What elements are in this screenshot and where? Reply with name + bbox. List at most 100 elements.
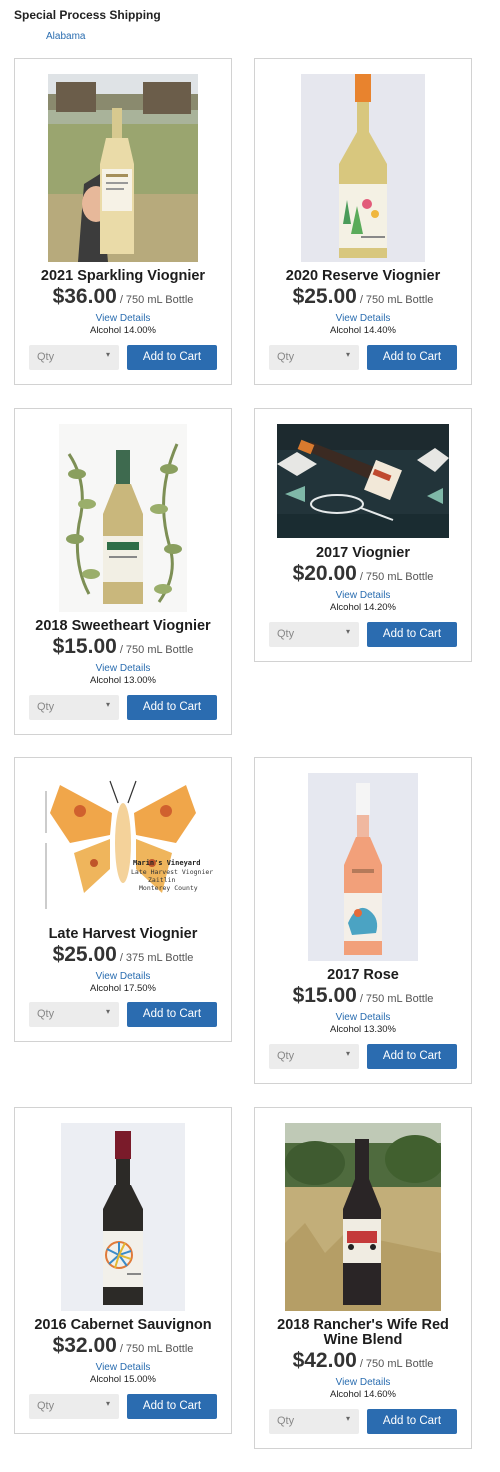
price-row: $32.00/ 750 mL Bottle <box>15 1334 231 1358</box>
add-to-cart-button[interactable]: Add to Cart <box>367 345 457 370</box>
product-card: 2021 Sparkling Viognier $36.00/ 750 mL B… <box>14 58 232 385</box>
view-details-link[interactable]: View Details <box>255 313 471 324</box>
qty-placeholder: Qty <box>37 1008 55 1020</box>
product-name[interactable]: 2016 Cabernet Sauvignon <box>19 1318 227 1333</box>
add-to-cart-button[interactable]: Add to Cart <box>367 1409 457 1434</box>
product-card: 2018 Sweetheart Viognier $15.00/ 750 mL … <box>14 408 232 735</box>
add-to-cart-button[interactable]: Add to Cart <box>127 345 217 370</box>
product-card: 2017 Rose $15.00/ 750 mL Bottle View Det… <box>254 757 472 1084</box>
product-name[interactable]: 2017 Rose <box>259 968 467 983</box>
product-card: 2020 Reserve Viognier $25.00/ 750 mL Bot… <box>254 58 472 385</box>
chevron-down-icon: ▾ <box>105 1007 110 1016</box>
price-row: $15.00/ 750 mL Bottle <box>15 635 231 659</box>
qty-select[interactable]: Qty ▾ <box>269 1044 359 1069</box>
chevron-down-icon: ▾ <box>105 350 110 359</box>
product-image[interactable] <box>15 1123 231 1311</box>
qty-placeholder: Qty <box>37 351 55 363</box>
alcohol-content: Alcohol 14.20% <box>329 602 397 613</box>
alcohol-content: Alcohol 14.00% <box>89 325 157 336</box>
qty-select[interactable]: Qty ▾ <box>269 622 359 647</box>
qty-placeholder: Qty <box>37 1400 55 1412</box>
add-to-cart-button[interactable]: Add to Cart <box>367 1044 457 1069</box>
view-details-link[interactable]: View Details <box>15 971 231 982</box>
chevron-down-icon: ▾ <box>345 627 350 636</box>
product-price: $25.00 <box>292 285 357 308</box>
alcohol-content: Alcohol 14.40% <box>329 325 397 336</box>
chevron-down-icon: ▾ <box>105 1399 110 1408</box>
product-name[interactable]: 2021 Sparkling Viognier <box>19 269 227 284</box>
product-unit: / 750 mL Bottle <box>359 993 434 1005</box>
price-row: $36.00/ 750 mL Bottle <box>15 285 231 309</box>
shipping-title: Special Process Shipping <box>14 8 161 22</box>
product-price: $32.00 <box>52 1334 117 1357</box>
alcohol-content: Alcohol 17.50% <box>89 983 157 994</box>
product-card: Marin's Vineyard Late Harvest Viognier Z… <box>14 757 232 1042</box>
product-name[interactable]: 2018 Sweetheart Viognier <box>19 619 227 634</box>
product-image[interactable] <box>255 773 471 961</box>
add-to-cart-button[interactable]: Add to Cart <box>127 695 217 720</box>
product-image[interactable] <box>255 74 471 262</box>
chevron-down-icon: ▾ <box>345 1414 350 1423</box>
product-image[interactable] <box>15 424 231 612</box>
view-details-link[interactable]: View Details <box>15 663 231 674</box>
price-row: $15.00/ 750 mL Bottle <box>255 984 471 1008</box>
view-details-link[interactable]: View Details <box>255 1377 471 1388</box>
product-price: $42.00 <box>292 1349 357 1372</box>
product-unit: / 750 mL Bottle <box>119 644 194 656</box>
label-line-variety: Late Harvest Viognier <box>131 868 214 876</box>
qty-placeholder: Qty <box>277 1050 295 1062</box>
view-details-link[interactable]: View Details <box>15 1362 231 1373</box>
qty-select[interactable]: Qty ▾ <box>29 695 119 720</box>
label-line-title: Marin's Vineyard <box>133 859 201 867</box>
product-name[interactable]: 2018 Rancher's Wife Red Wine Blend <box>259 1318 467 1348</box>
product-price: $20.00 <box>292 562 357 585</box>
product-name[interactable]: 2020 Reserve Viognier <box>259 269 467 284</box>
label-line-vineyard: Zaitlin <box>148 876 176 884</box>
product-unit: / 375 mL Bottle <box>119 952 194 964</box>
product-unit: / 750 mL Bottle <box>119 1343 194 1355</box>
qty-placeholder: Qty <box>277 351 295 363</box>
add-to-cart-button[interactable]: Add to Cart <box>127 1394 217 1419</box>
price-row: $25.00/ 750 mL Bottle <box>255 285 471 309</box>
qty-placeholder: Qty <box>37 701 55 713</box>
product-name[interactable]: 2017 Viognier <box>259 546 467 561</box>
product-image[interactable] <box>15 74 231 262</box>
qty-select[interactable]: Qty ▾ <box>269 1409 359 1434</box>
chevron-down-icon: ▾ <box>345 1049 350 1058</box>
product-price: $15.00 <box>52 635 117 658</box>
add-to-cart-button[interactable]: Add to Cart <box>127 1002 217 1027</box>
add-to-cart-button[interactable]: Add to Cart <box>367 622 457 647</box>
qty-select[interactable]: Qty ▾ <box>29 1002 119 1027</box>
qty-select[interactable]: Qty ▾ <box>29 345 119 370</box>
product-name[interactable]: Late Harvest Viognier <box>19 927 227 942</box>
view-details-link[interactable]: View Details <box>255 590 471 601</box>
product-unit: / 750 mL Bottle <box>119 294 194 306</box>
label-line-region: Monterey County <box>139 884 198 892</box>
price-row: $25.00/ 375 mL Bottle <box>15 943 231 967</box>
qty-select[interactable]: Qty ▾ <box>269 345 359 370</box>
view-details-link[interactable]: View Details <box>255 1012 471 1023</box>
product-price: $15.00 <box>292 984 357 1007</box>
alcohol-content: Alcohol 13.30% <box>329 1024 397 1035</box>
product-card: 2017 Viognier $20.00/ 750 mL Bottle View… <box>254 408 472 662</box>
alcohol-content: Alcohol 14.60% <box>329 1389 397 1400</box>
product-unit: / 750 mL Bottle <box>359 571 434 583</box>
region-link[interactable]: Alabama <box>46 31 85 42</box>
product-image[interactable] <box>255 424 471 538</box>
product-card: 2018 Rancher's Wife Red Wine Blend $42.0… <box>254 1107 472 1449</box>
product-price: $36.00 <box>52 285 117 308</box>
price-row: $20.00/ 750 mL Bottle <box>255 562 471 586</box>
product-image[interactable] <box>15 773 231 921</box>
chevron-down-icon: ▾ <box>345 350 350 359</box>
view-details-link[interactable]: View Details <box>15 313 231 324</box>
alcohol-content: Alcohol 13.00% <box>89 675 157 686</box>
product-image[interactable] <box>255 1123 471 1311</box>
chevron-down-icon: ▾ <box>105 700 110 709</box>
alcohol-content: Alcohol 15.00% <box>89 1374 157 1385</box>
price-row: $42.00/ 750 mL Bottle <box>255 1349 471 1373</box>
qty-placeholder: Qty <box>277 1415 295 1427</box>
product-price: $25.00 <box>52 943 117 966</box>
qty-select[interactable]: Qty ▾ <box>29 1394 119 1419</box>
product-card: 2016 Cabernet Sauvignon $32.00/ 750 mL B… <box>14 1107 232 1434</box>
page-header: Special Process Shipping <box>14 8 161 22</box>
